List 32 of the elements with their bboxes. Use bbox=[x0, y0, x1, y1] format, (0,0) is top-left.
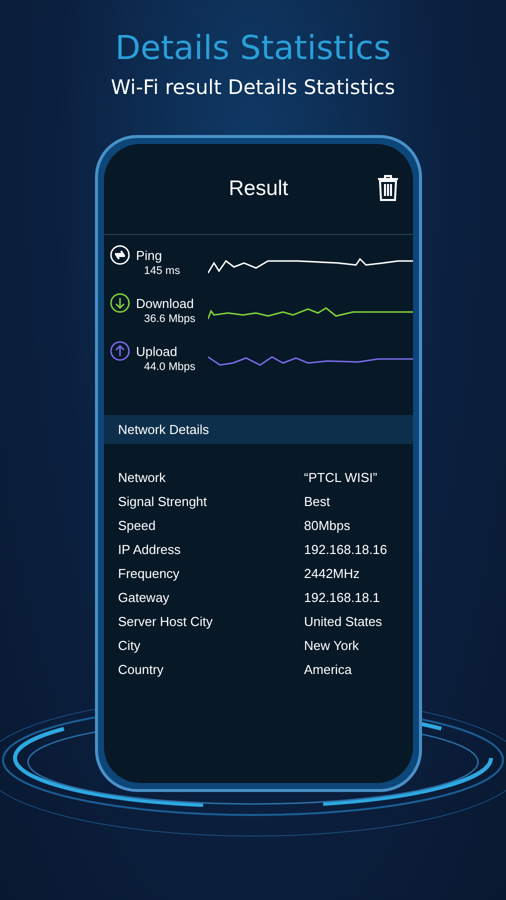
detail-value: “PTCL WISI” bbox=[304, 470, 378, 485]
section-header: Network Details bbox=[104, 415, 413, 444]
metric-label: Ping bbox=[136, 248, 164, 262]
headline: Details Statistics bbox=[115, 28, 391, 67]
metric-label: Download bbox=[136, 296, 195, 310]
metric-value: 36.6 Mbps bbox=[143, 313, 196, 325]
screen-title: Result bbox=[228, 177, 288, 201]
subtitle: Wi-Fi result Details Statistics bbox=[110, 75, 396, 99]
trash-icon[interactable] bbox=[377, 174, 399, 201]
detail-value: Best bbox=[304, 494, 332, 509]
detail-value: 2442MHz bbox=[304, 566, 361, 581]
metric-value: 44.0 Mbps bbox=[143, 361, 196, 373]
detail-value: 192.168.18.16 bbox=[304, 542, 388, 557]
download-icon bbox=[110, 293, 130, 313]
detail-label: Signal Strenght bbox=[118, 494, 208, 509]
upload-icon bbox=[110, 341, 130, 361]
detail-value: America bbox=[304, 662, 353, 677]
detail-label: Country bbox=[118, 662, 165, 677]
detail-label: Speed bbox=[118, 518, 157, 533]
detail-value: New York bbox=[304, 638, 360, 653]
detail-value: United States bbox=[304, 614, 384, 629]
swap-icon bbox=[110, 245, 130, 265]
metric-label: Upload bbox=[136, 344, 178, 358]
detail-value: 80Mbps bbox=[304, 518, 352, 533]
metric-value: 145 ms bbox=[143, 265, 182, 277]
detail-label: Gateway bbox=[118, 590, 170, 605]
detail-label: IP Address bbox=[118, 542, 182, 557]
detail-label: Frequency bbox=[118, 566, 180, 581]
detail-label: Server Host City bbox=[118, 614, 214, 629]
detail-value: 192.168.18.1 bbox=[304, 590, 381, 605]
detail-label: City bbox=[118, 638, 142, 653]
detail-label: Network bbox=[118, 470, 167, 485]
